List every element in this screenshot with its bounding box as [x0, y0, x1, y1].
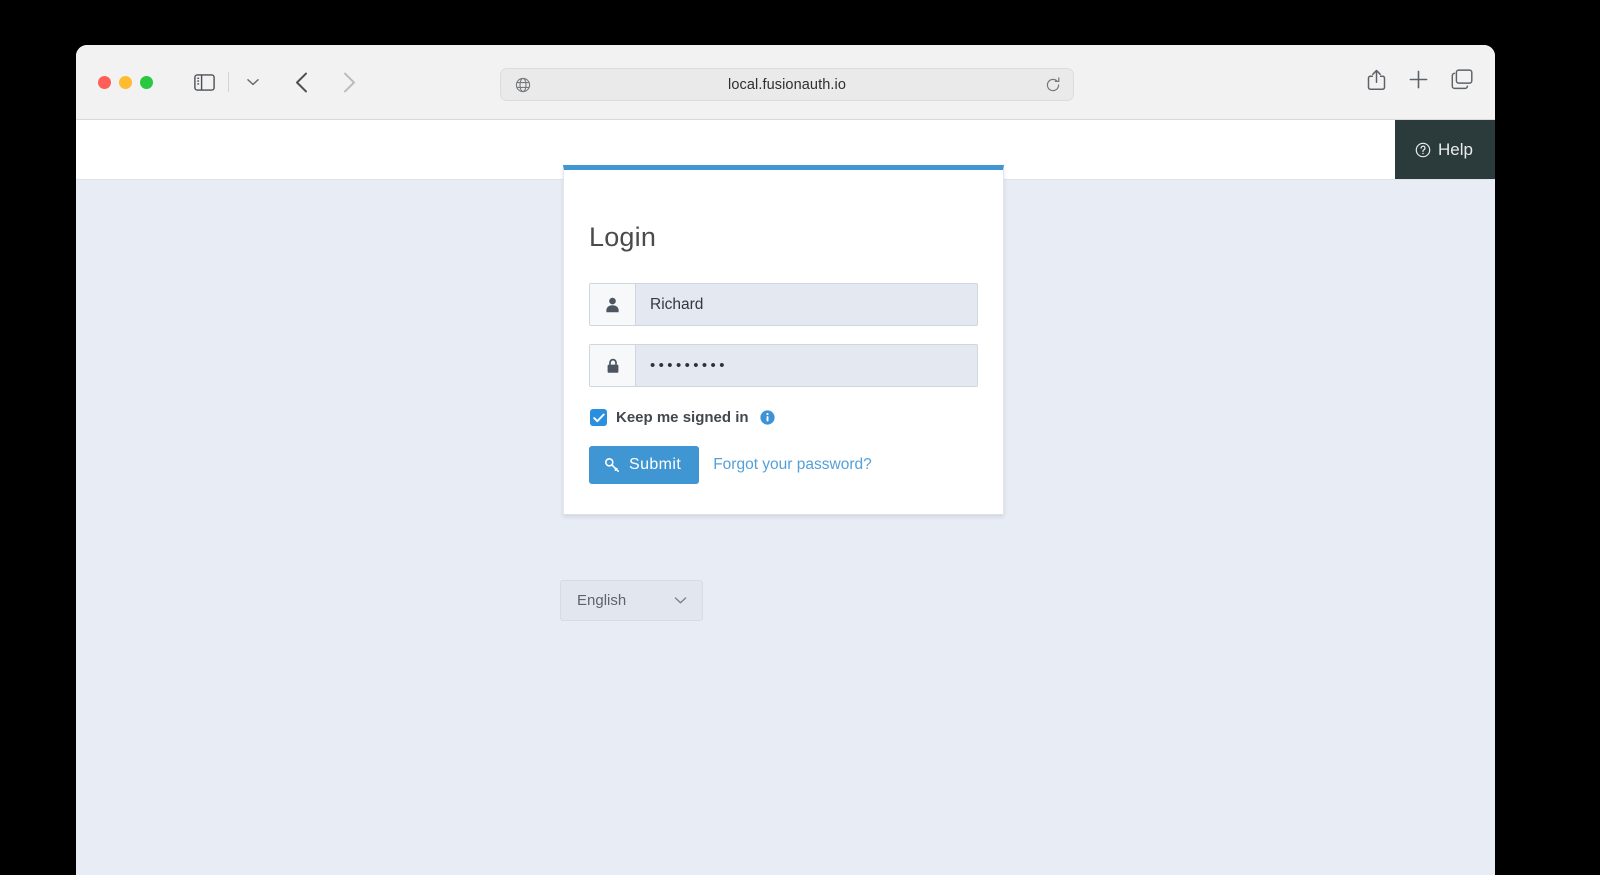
lock-icon	[590, 345, 636, 386]
window-controls	[98, 75, 153, 89]
login-card: Login Richard ••••••••• Keep me signed i…	[563, 165, 1004, 515]
close-window-button[interactable]	[98, 75, 111, 89]
minimize-window-button[interactable]	[119, 75, 132, 89]
forgot-password-link[interactable]: Forgot your password?	[713, 456, 872, 474]
share-icon[interactable]	[1367, 69, 1386, 96]
browser-tools	[1367, 69, 1473, 96]
tab-overview-icon[interactable]	[1451, 69, 1473, 95]
password-field[interactable]: •••••••••	[589, 344, 978, 387]
plus-icon[interactable]	[1408, 69, 1429, 95]
page-viewport: Help Login Richard ••••••••• Keep me sig…	[76, 120, 1495, 875]
address-url-text: local.fusionauth.io	[728, 76, 846, 93]
browser-toolbar: local.fusionauth.io	[76, 45, 1495, 120]
toolbar-divider	[228, 72, 229, 92]
maximize-window-button[interactable]	[140, 75, 153, 89]
address-bar-container: local.fusionauth.io	[500, 68, 1074, 101]
info-circle-icon[interactable]	[759, 410, 775, 425]
language-select[interactable]: English	[560, 580, 703, 621]
sidebar-toggle-button[interactable]	[187, 66, 221, 98]
chevron-down-icon[interactable]	[236, 66, 270, 98]
address-bar[interactable]: local.fusionauth.io	[500, 68, 1074, 101]
submit-button-label: Submit	[629, 456, 682, 473]
help-button[interactable]: Help	[1395, 120, 1495, 179]
password-input[interactable]: •••••••••	[636, 345, 977, 386]
username-input[interactable]: Richard	[636, 284, 977, 325]
language-select-value: English	[577, 592, 627, 609]
help-button-label: Help	[1438, 139, 1473, 159]
submit-button[interactable]: Submit	[589, 446, 700, 484]
page-title: Login	[589, 222, 657, 252]
keep-signed-in-label: Keep me signed in	[616, 409, 749, 426]
question-circle-icon	[1415, 142, 1431, 158]
globe-icon	[515, 77, 531, 93]
key-icon	[604, 457, 620, 473]
username-field[interactable]: Richard	[589, 283, 978, 326]
forward-icon[interactable]	[332, 66, 366, 98]
back-icon[interactable]	[284, 66, 318, 98]
reload-icon[interactable]	[1045, 76, 1061, 93]
chevron-down-icon	[674, 596, 687, 605]
keep-signed-in-row: Keep me signed in	[590, 409, 978, 426]
browser-window: local.fusionauth.io Help Login Richard •…	[76, 45, 1495, 875]
user-icon	[590, 284, 636, 325]
submit-row: Submit Forgot your password?	[589, 446, 978, 484]
keep-signed-in-checkbox[interactable]	[590, 409, 607, 426]
navigation-controls	[187, 66, 366, 98]
